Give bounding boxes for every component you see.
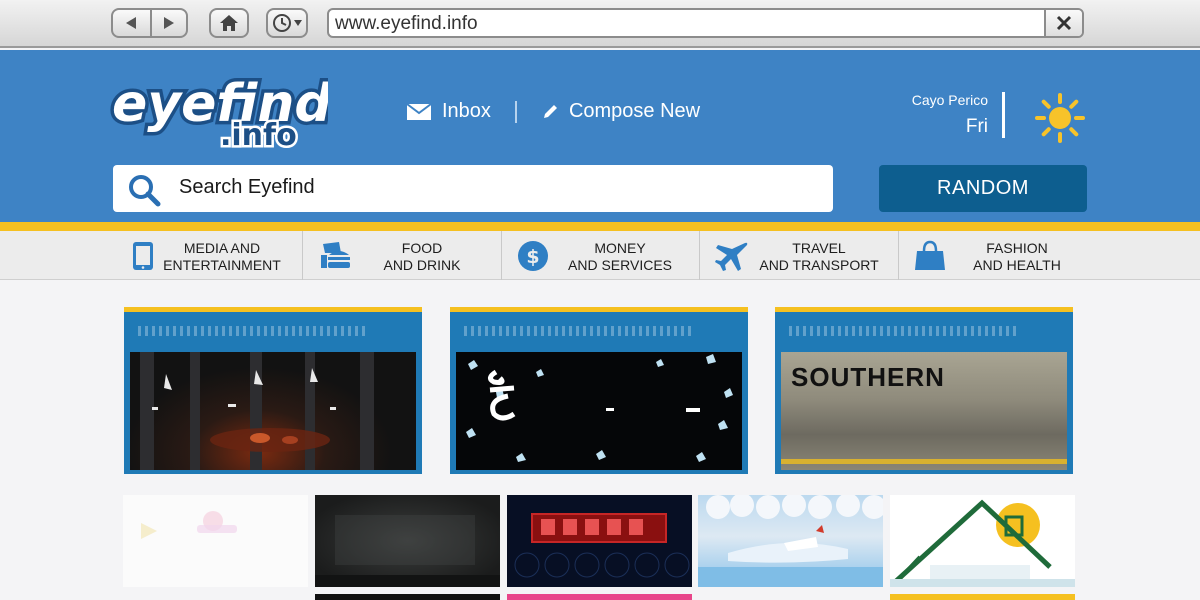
featured-banner (464, 326, 694, 336)
random-button[interactable]: RANDOM (879, 165, 1087, 212)
weather-day: Fri (965, 116, 988, 137)
mail-divider (514, 100, 517, 123)
home-button[interactable] (209, 8, 249, 38)
search-input[interactable]: Search Eyefind (113, 165, 833, 212)
featured-card[interactable] (124, 307, 422, 474)
category-travel-transport[interactable]: TRAVEL AND TRANSPORT (699, 231, 898, 280)
featured-card[interactable] (450, 307, 748, 474)
category-bar: MEDIA AND ENTERTAINMENT FOOD AND DRINK $… (0, 231, 1200, 280)
history-button[interactable] (266, 8, 308, 38)
envelope-icon (406, 102, 432, 120)
weather-location: Cayo Perico (911, 92, 988, 108)
featured-image (456, 352, 742, 470)
featured-banner (138, 326, 368, 336)
category-line2: AND HEALTH (973, 257, 1061, 273)
chevron-down-icon (294, 20, 302, 26)
category-line2: ENTERTAINMENT (163, 257, 281, 273)
category-line1: FASHION (986, 240, 1048, 256)
search-icon (129, 175, 161, 207)
address-bar[interactable]: www.eyefind.info (327, 8, 1084, 38)
featured-card[interactable]: SOUTHERN (775, 307, 1073, 474)
category-line2: AND SERVICES (568, 257, 672, 273)
category-food-drink[interactable]: FOOD AND DRINK (302, 231, 501, 280)
svg-text:.info: .info (220, 118, 297, 153)
featured-image-art (466, 354, 733, 462)
close-button[interactable] (1044, 10, 1082, 36)
featured-image (130, 352, 416, 470)
next-row-thumbnail (315, 594, 500, 600)
svg-text:$: $ (526, 246, 539, 268)
compose-link[interactable]: Compose New (541, 100, 700, 123)
featured-banner (789, 326, 1019, 336)
forward-arrow-icon (163, 17, 174, 29)
thumbnail[interactable] (123, 495, 308, 587)
back-button[interactable] (113, 10, 150, 36)
clock-icon (273, 14, 291, 32)
inbox-label: Inbox (442, 100, 491, 122)
forward-button[interactable] (149, 10, 187, 36)
url-text[interactable]: www.eyefind.info (335, 13, 478, 35)
category-line1: TRAVEL (792, 240, 846, 256)
category-money-services[interactable]: $ MONEY AND SERVICES (501, 231, 699, 280)
category-line1: MEDIA AND (183, 240, 261, 256)
category-media-entertainment[interactable]: MEDIA AND ENTERTAINMENT (110, 231, 302, 280)
next-row-thumbnail (507, 594, 692, 600)
thumbnail-art (315, 515, 500, 587)
close-icon (1056, 15, 1072, 31)
next-row-thumbnail (890, 594, 1075, 600)
weather-divider (1002, 92, 1005, 138)
thumbnail-art (141, 511, 237, 539)
sun-icon (1035, 93, 1085, 143)
thumbnail[interactable] (315, 495, 500, 587)
pencil-icon (543, 104, 557, 118)
eyefind-logo[interactable]: eyefind .info (108, 63, 329, 154)
dollar-icon: $ (518, 241, 548, 271)
category-line2: AND DRINK (383, 257, 461, 273)
mail-links: Inbox Compose New (406, 100, 700, 123)
browser-toolbar: www.eyefind.info (0, 0, 1200, 48)
burger-icon (321, 242, 350, 268)
category-fashion-health[interactable]: FASHION AND HEALTH (898, 231, 1088, 280)
thumbnail[interactable] (698, 495, 883, 587)
thumbnail[interactable] (890, 495, 1075, 587)
home-icon (220, 15, 238, 31)
shopping-bag-icon (915, 240, 945, 270)
inbox-link[interactable]: Inbox (406, 100, 491, 123)
featured-image-caption: SOUTHERN (791, 362, 945, 392)
thumbnail-art (698, 495, 883, 587)
thumbnail[interactable] (507, 495, 692, 587)
featured-image-art (140, 352, 374, 470)
thumbnail-art (890, 499, 1075, 587)
category-line1: MONEY (594, 240, 646, 256)
featured-image: SOUTHERN (781, 352, 1067, 470)
nav-arrow-group (111, 8, 188, 38)
back-arrow-icon (126, 17, 137, 29)
road-line (781, 459, 1067, 464)
airplane-icon (715, 242, 748, 271)
header-accent-band (0, 222, 1200, 231)
category-line1: FOOD (401, 240, 443, 256)
category-line2: AND TRANSPORT (759, 257, 879, 273)
compose-label: Compose New (568, 100, 701, 122)
site-header: eyefind .info Inbox Compose New Cayo Per… (0, 50, 1200, 222)
thumbnail-art (514, 519, 690, 578)
search-placeholder: Search Eyefind (179, 176, 315, 198)
